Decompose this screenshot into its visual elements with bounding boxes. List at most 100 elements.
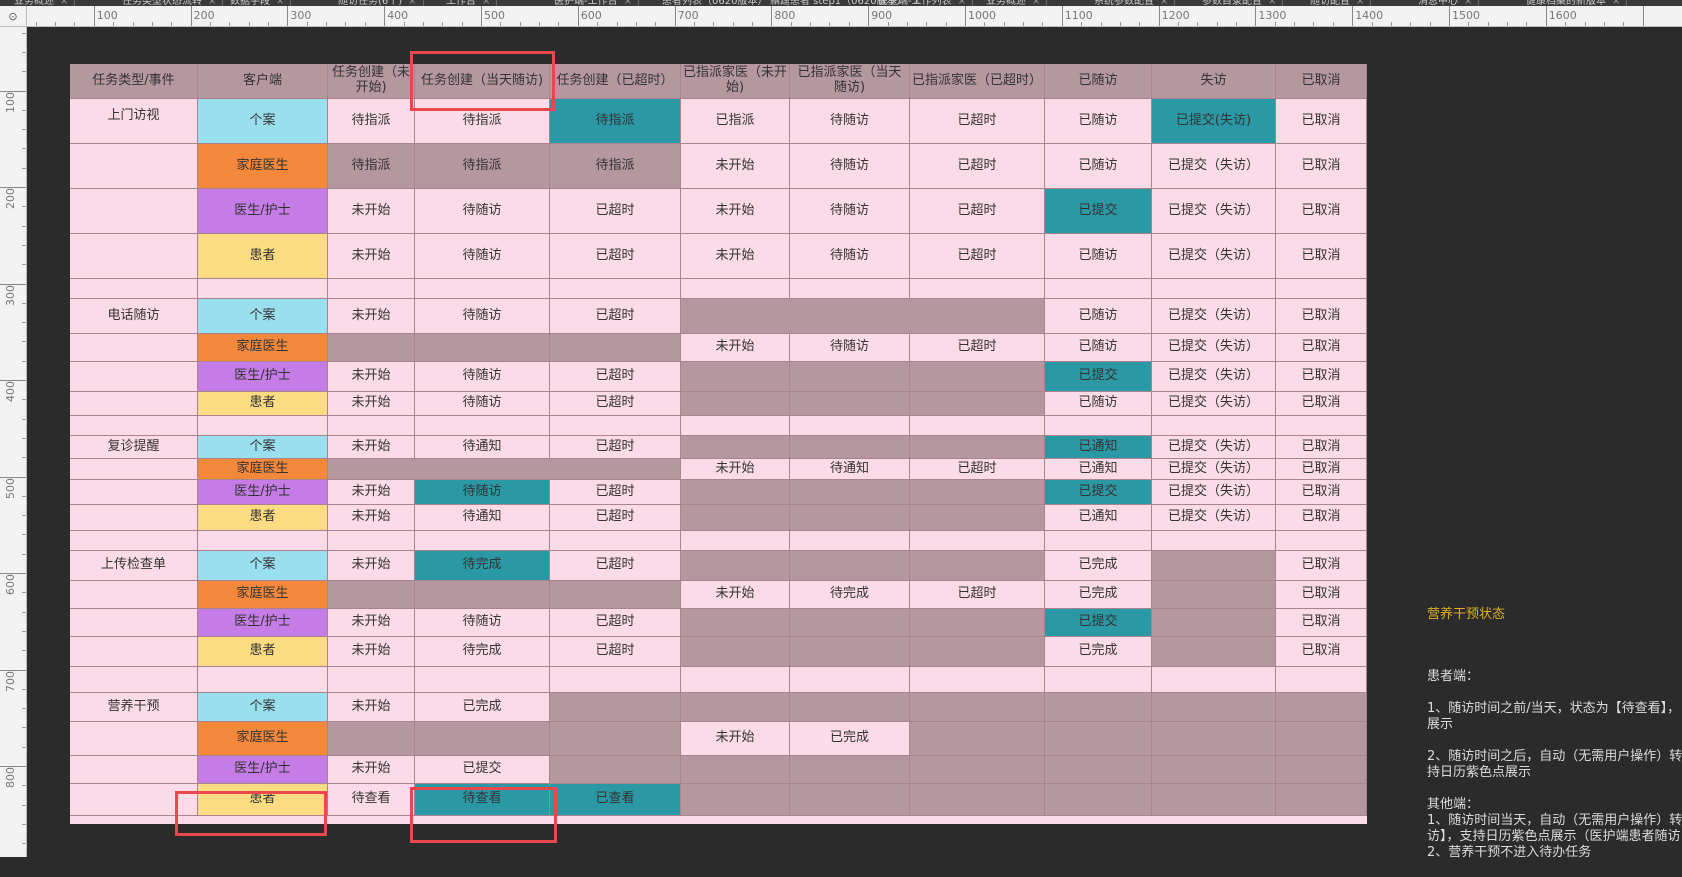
ruler-tick bbox=[693, 22, 695, 26]
ruler-tick bbox=[1003, 22, 1005, 26]
notes-line bbox=[1427, 685, 1682, 701]
status-cell: 已完成 bbox=[1045, 637, 1152, 667]
row-label-cell: 复诊提醒 bbox=[70, 436, 198, 459]
ruler-tick bbox=[287, 6, 289, 26]
notes-line: 访】，支持日历紫色点展示（医护端患者随访 bbox=[1427, 829, 1681, 844]
target-icon[interactable]: ⊙ bbox=[0, 6, 27, 27]
ruler-tick bbox=[868, 6, 870, 26]
status-cell bbox=[790, 392, 910, 416]
status-cell: 未开始 bbox=[681, 581, 790, 609]
status-cell: 已通知 bbox=[1045, 505, 1152, 531]
ruler-tick bbox=[965, 6, 966, 26]
ruler-tick bbox=[1526, 22, 1528, 26]
status-cell: 已随访 bbox=[1045, 299, 1152, 334]
ruler-tick bbox=[22, 708, 26, 710]
status-cell: 已超时 bbox=[550, 392, 681, 416]
status-cell bbox=[1276, 279, 1367, 299]
ruler-tick bbox=[442, 22, 444, 26]
ruler-tick bbox=[1313, 22, 1315, 26]
status-cell: 已取消 bbox=[1276, 144, 1367, 189]
status-cell: 已超时 bbox=[550, 480, 681, 505]
column-header: 已指派家医（已超时） bbox=[910, 64, 1045, 99]
status-cell: 已完成 bbox=[790, 722, 910, 756]
status-cell bbox=[910, 637, 1045, 667]
status-cell: 已提交（失访） bbox=[1152, 480, 1276, 505]
ruler-tick bbox=[326, 22, 328, 26]
ruler-tick bbox=[1236, 22, 1238, 26]
status-cell bbox=[550, 667, 681, 693]
status-cell: 已取消 bbox=[1276, 299, 1367, 334]
status-cell bbox=[328, 416, 415, 436]
notes-line bbox=[1427, 781, 1682, 797]
status-cell bbox=[910, 551, 1045, 581]
status-cell bbox=[681, 436, 790, 459]
ruler-tick bbox=[1429, 22, 1431, 26]
status-cell bbox=[1152, 784, 1276, 816]
ruler-tick bbox=[22, 457, 26, 459]
status-cell bbox=[910, 784, 1045, 816]
ruler-tick bbox=[22, 32, 26, 34]
status-cell bbox=[790, 637, 910, 667]
ruler-tick bbox=[268, 22, 270, 26]
client-cell bbox=[198, 667, 328, 693]
ruler-tick bbox=[1158, 6, 1160, 26]
ruler-tick bbox=[1294, 22, 1296, 26]
ruler-tick bbox=[403, 22, 405, 26]
notes-title: 营养干预状态 bbox=[1427, 607, 1506, 622]
status-cell: 未开始 bbox=[681, 234, 790, 279]
status-cell: 待通知 bbox=[790, 459, 910, 480]
status-cell bbox=[1152, 667, 1276, 693]
ruler-tick bbox=[752, 22, 754, 26]
ruler-tick bbox=[22, 51, 26, 53]
ruler-tick bbox=[22, 206, 26, 208]
client-cell: 医生/护士 bbox=[198, 362, 328, 392]
ruler-label: 1400 bbox=[1355, 9, 1384, 22]
client-cell: 家庭医生 bbox=[198, 581, 328, 609]
ruler-tick bbox=[655, 22, 657, 26]
notes-line: 1、随访时间之前/当天，状态为【待查看】， bbox=[1427, 701, 1681, 716]
ruler-tick bbox=[1061, 6, 1063, 26]
status-cell: 待随访 bbox=[415, 609, 550, 637]
status-cell bbox=[550, 722, 681, 756]
ruler-tick bbox=[22, 167, 26, 169]
ruler-tick bbox=[926, 22, 928, 26]
status-cell bbox=[681, 480, 790, 505]
status-cell bbox=[681, 609, 790, 637]
ruler-tick bbox=[190, 6, 192, 26]
status-cell bbox=[790, 480, 910, 505]
client-cell: 家庭医生 bbox=[198, 722, 328, 756]
status-cell: 已提交 bbox=[1045, 189, 1152, 234]
ruler-tick bbox=[1081, 22, 1083, 26]
status-cell bbox=[790, 693, 910, 722]
ruler-tick bbox=[1274, 22, 1276, 26]
row-label-cell bbox=[70, 392, 198, 416]
status-cell: 已提交 bbox=[1045, 480, 1152, 505]
status-cell: 已超时 bbox=[910, 189, 1045, 234]
status-cell: 待随访 bbox=[415, 392, 550, 416]
status-cell: 已超时 bbox=[550, 505, 681, 531]
ruler-label: 400 bbox=[387, 9, 409, 22]
status-cell bbox=[1276, 531, 1367, 551]
status-cell: 已提交（失访） bbox=[1152, 299, 1276, 334]
notes-line: 展示 bbox=[1427, 717, 1454, 732]
ruler-tick bbox=[713, 22, 715, 26]
notes-line: 其他端： bbox=[1427, 797, 1480, 812]
status-cell bbox=[910, 609, 1045, 637]
status-cell: 已取消 bbox=[1276, 459, 1367, 480]
status-cell: 已取消 bbox=[1276, 505, 1367, 531]
status-cell bbox=[415, 667, 550, 693]
status-cell: 待通知 bbox=[415, 436, 550, 459]
status-cell: 已提交（失访） bbox=[1152, 459, 1276, 480]
ruler-tick bbox=[35, 22, 37, 26]
status-cell: 待随访 bbox=[415, 189, 550, 234]
status-cell: 待通知 bbox=[415, 505, 550, 531]
status-cell bbox=[328, 667, 415, 693]
status-cell: 已取消 bbox=[1276, 362, 1367, 392]
status-cell bbox=[415, 722, 550, 756]
ruler-tick bbox=[22, 650, 26, 652]
ruler-tick bbox=[93, 6, 95, 26]
column-header: 已取消 bbox=[1276, 64, 1367, 99]
ruler-tick bbox=[1545, 6, 1547, 26]
status-cell bbox=[1045, 756, 1152, 784]
ruler-tick bbox=[1023, 22, 1025, 26]
